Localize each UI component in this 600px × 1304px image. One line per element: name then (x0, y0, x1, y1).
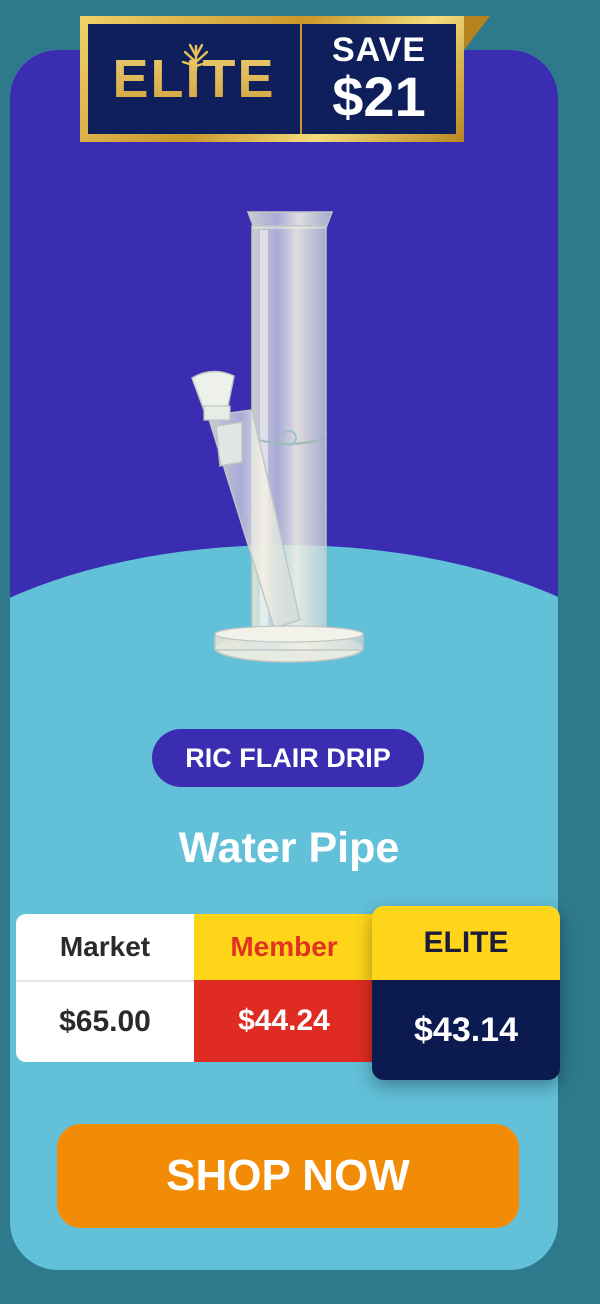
badge-ribbon-fold (464, 16, 490, 50)
member-price-column: Member $44.24 (194, 914, 374, 1062)
product-name[interactable]: Water Pipe (0, 824, 578, 873)
elite-label: ELITE (372, 906, 560, 980)
save-amount-block: SAVE $21 (302, 33, 456, 125)
market-price-column: Market $65.00 (16, 914, 194, 1062)
elite-logo: ELITE (88, 24, 300, 134)
leaf-icon (181, 43, 211, 72)
market-label: Market (16, 914, 194, 982)
member-price: $44.24 (194, 980, 374, 1062)
member-label: Member (194, 914, 374, 980)
save-label: SAVE (331, 31, 427, 69)
elite-price-column: ELITE $43.14 (372, 906, 560, 1080)
shop-now-button[interactable]: SHOP NOW (57, 1124, 519, 1228)
water-pipe-image[interactable] (190, 210, 370, 670)
elite-price: $43.14 (372, 980, 560, 1080)
badge-inner: ELITE SAVE $21 (88, 24, 456, 134)
brand-pill[interactable]: RIC FLAIR DRIP (152, 729, 424, 787)
save-amount: $21 (332, 65, 426, 128)
market-price: $65.00 (59, 1005, 151, 1038)
elite-save-badge: ELITE SAVE $21 (80, 16, 464, 142)
